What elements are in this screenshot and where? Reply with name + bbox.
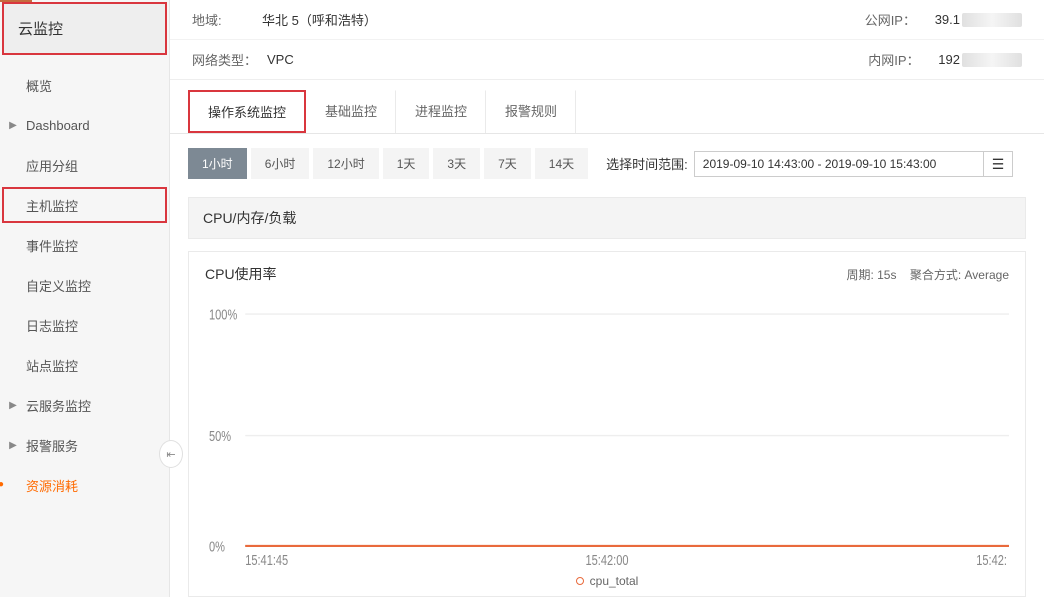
sidebar-title: 云监控 [2, 2, 167, 55]
range-3d[interactable]: 3天 [433, 148, 480, 179]
caret-icon: ▶ [8, 400, 18, 411]
chart-title: CPU使用率 [205, 264, 277, 284]
chart-meta: 周期: 15s 聚合方式: Average [846, 266, 1009, 283]
sidebar-item-host-monitor[interactable]: ▶ 主机监控 [0, 185, 169, 225]
legend-label: cpu_total [590, 574, 639, 588]
chart-svg: 100% 50% 0% 15:41:45 15:42:00 15:42: [205, 292, 1009, 568]
section-title: CPU/内存/负载 [188, 197, 1026, 239]
network-label: 网络类型： [192, 50, 257, 69]
sidebar-item-label: 主机监控 [26, 196, 78, 215]
sidebar-item-label: 概览 [26, 76, 52, 95]
sidebar-item-dashboard[interactable]: ▶ Dashboard [0, 105, 169, 145]
top-accent [0, 0, 32, 2]
sidebar-list: ▶ 概览 ▶ Dashboard ▶ 应用分组 ▶ 主机监控 ▶ 事件监控 ▶ … [0, 57, 169, 505]
tab-process-monitor[interactable]: 进程监控 [396, 90, 486, 133]
tab-alarm-rules[interactable]: 报警规则 [486, 90, 576, 133]
region-value: 华北 5（呼和浩特） [262, 10, 377, 29]
sidebar-item-log[interactable]: ▶ 日志监控 [0, 305, 169, 345]
public-ip-value: 39.1 [935, 12, 1022, 28]
sidebar-item-custom[interactable]: ▶ 自定义监控 [0, 265, 169, 305]
chart-legend: cpu_total [205, 568, 1009, 588]
sidebar-item-resource[interactable]: ▶ 资源消耗 [0, 465, 169, 505]
tab-basic-monitor[interactable]: 基础监控 [306, 90, 396, 133]
sidebar: 云监控 ▶ 概览 ▶ Dashboard ▶ 应用分组 ▶ 主机监控 ▶ 事件监… [0, 0, 170, 597]
range-1d[interactable]: 1天 [383, 148, 430, 179]
sidebar-item-appgroup[interactable]: ▶ 应用分组 [0, 145, 169, 185]
sidebar-item-cloudsvc[interactable]: ▶ 云服务监控 [0, 385, 169, 425]
ytick-100: 100% [209, 306, 237, 323]
xtick-2: 15:42: [976, 552, 1007, 568]
sidebar-item-label: 站点监控 [26, 356, 78, 375]
instance-info: 地域: 华北 5（呼和浩特） 公网IP： 39.1 网络类型： VPC 内网IP… [170, 0, 1044, 80]
caret-icon: ▶ [8, 120, 18, 131]
redacted-block [962, 13, 1022, 27]
range-7d[interactable]: 7天 [484, 148, 531, 179]
ytick-0: 0% [209, 538, 225, 555]
legend-dot-icon [576, 577, 584, 585]
range-14d[interactable]: 14天 [535, 148, 588, 179]
sidebar-item-label: 报警服务 [26, 436, 78, 455]
sidebar-item-label: 自定义监控 [26, 276, 91, 295]
sidebar-item-event[interactable]: ▶ 事件监控 [0, 225, 169, 265]
sidebar-item-alarm[interactable]: ▶ 报警服务 [0, 425, 169, 465]
private-ip-label: 内网IP： [868, 50, 928, 69]
region-label: 地域: [192, 10, 252, 29]
sidebar-item-site[interactable]: ▶ 站点监控 [0, 345, 169, 385]
ytick-50: 50% [209, 427, 231, 444]
caret-icon: ▶ [8, 440, 18, 451]
time-range-controls: 1小时 6小时 12小时 1天 3天 7天 14天 选择时间范围: ☰ [170, 134, 1044, 187]
main-content: 地域: 华北 5（呼和浩特） 公网IP： 39.1 网络类型： VPC 内网IP… [170, 0, 1044, 597]
sidebar-item-label: Dashboard [26, 118, 90, 133]
private-ip-value: 192 [938, 52, 1022, 68]
xtick-1: 15:42:00 [586, 552, 629, 568]
calendar-icon[interactable]: ☰ [983, 151, 1014, 177]
network-value: VPC [267, 52, 294, 67]
redacted-block [962, 53, 1022, 67]
time-picker-label: 选择时间范围: [606, 154, 688, 173]
sidebar-item-label: 云服务监控 [26, 396, 91, 415]
time-picker-input[interactable] [694, 151, 984, 177]
sidebar-collapse-icon[interactable]: ⇤ [159, 440, 183, 468]
range-6h[interactable]: 6小时 [251, 148, 310, 179]
sidebar-item-label: 日志监控 [26, 316, 78, 335]
sidebar-item-overview[interactable]: ▶ 概览 [0, 65, 169, 105]
tab-os-monitor[interactable]: 操作系统监控 [188, 90, 306, 133]
range-1h[interactable]: 1小时 [188, 148, 247, 179]
sidebar-item-label: 资源消耗 [26, 476, 78, 495]
chart-area: 100% 50% 0% 15:41:45 15:42:00 15:42: [205, 292, 1009, 568]
chart-card: CPU使用率 周期: 15s 聚合方式: Average 100% 50% 0% [188, 251, 1026, 597]
sidebar-item-label: 应用分组 [26, 156, 78, 175]
monitor-tabs: 操作系统监控 基础监控 进程监控 报警规则 [170, 90, 1044, 134]
sidebar-item-label: 事件监控 [26, 236, 78, 255]
range-12h[interactable]: 12小时 [313, 148, 378, 179]
xtick-0: 15:41:45 [245, 552, 288, 568]
public-ip-label: 公网IP： [865, 10, 925, 29]
